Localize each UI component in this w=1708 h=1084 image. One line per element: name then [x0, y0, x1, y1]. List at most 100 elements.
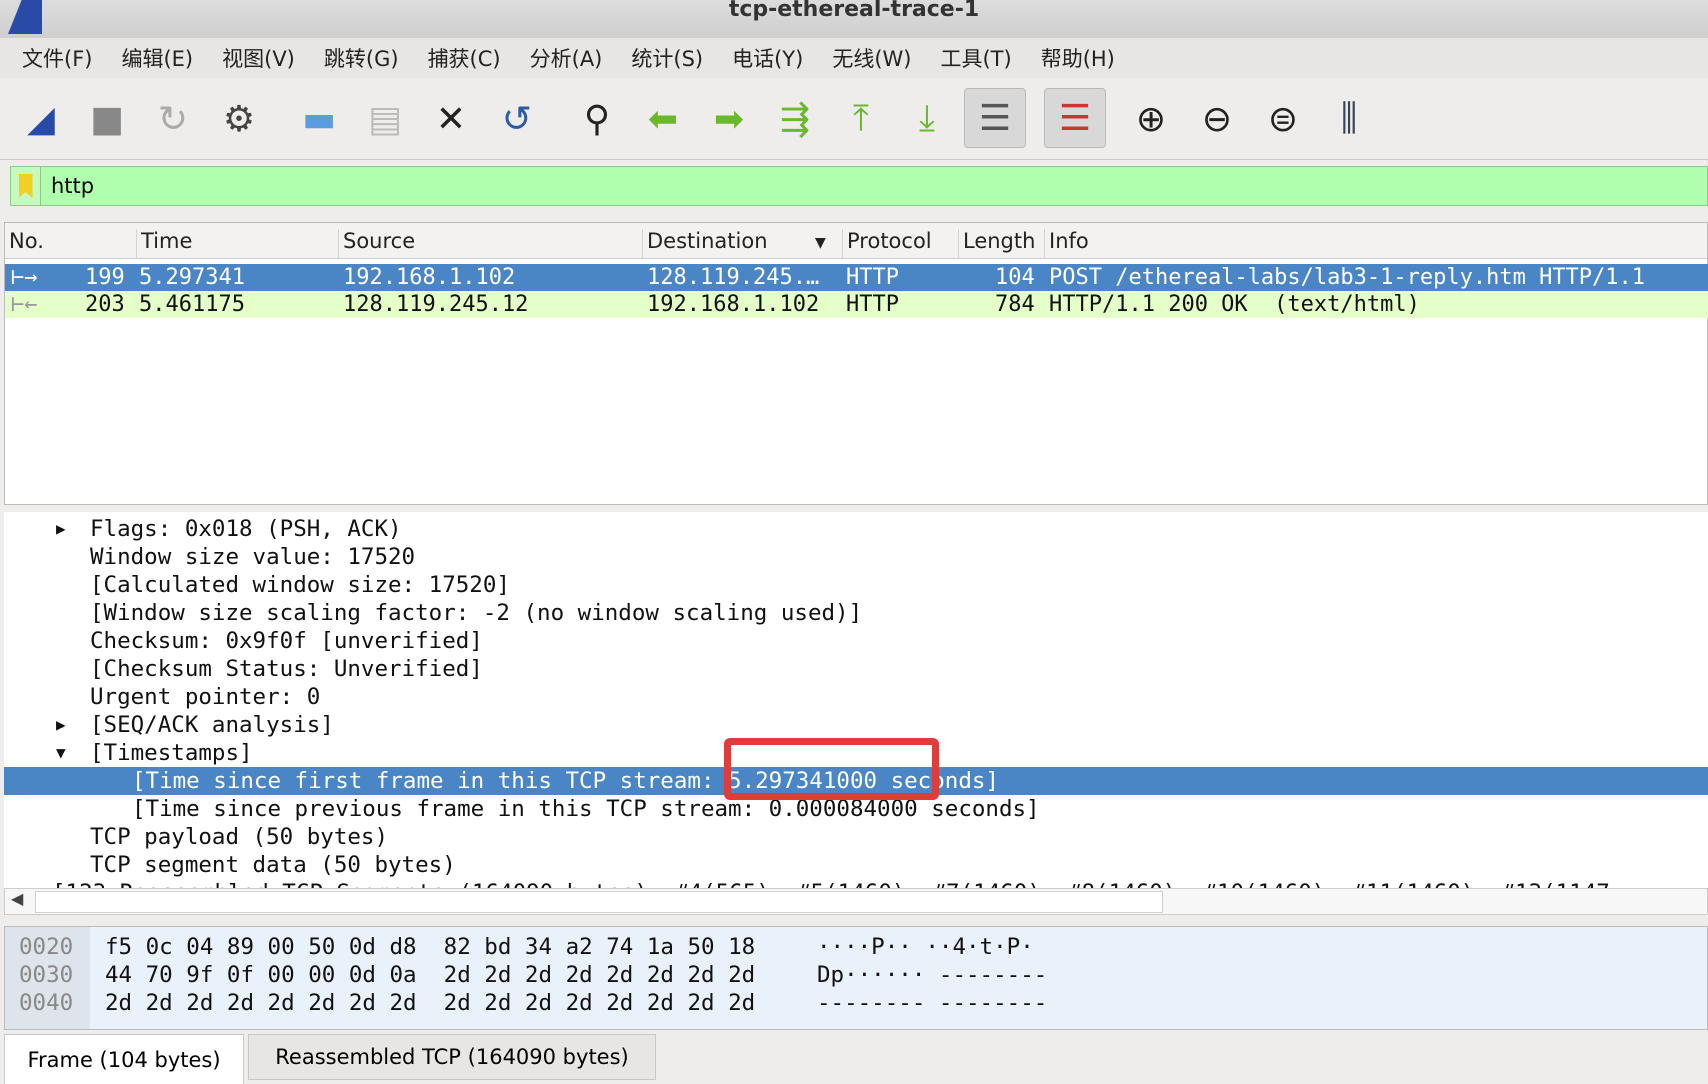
detail-row[interactable]: ▶ [123 Reassembled TCP Segments (164090 b… [4, 879, 1708, 888]
find-packet-icon[interactable]: ⚲ [572, 92, 622, 146]
column-no[interactable]: No. [9, 229, 137, 259]
packet-row[interactable]: ⊢← 203 5.461175 128.119.245.12 192.168.1… [5, 291, 1708, 318]
menu-telephony[interactable]: 电话(Y) [732, 43, 803, 73]
detail-text: Urgent pointer: 0 [90, 684, 321, 710]
cell-no: 199 [85, 265, 125, 290]
detail-text: [SEQ/ACK analysis] [90, 712, 334, 738]
go-forward-icon[interactable]: ➡ [704, 92, 754, 146]
menu-statistics[interactable]: 统计(S) [631, 43, 703, 73]
zoom-in-icon[interactable]: ⊕ [1126, 92, 1176, 146]
cell-protocol: HTTP [846, 265, 899, 290]
sort-desc-icon: ▼ [815, 235, 826, 251]
cell-destination: 192.168.1.102 [647, 292, 820, 317]
start-capture-icon[interactable]: ◢ [16, 92, 66, 146]
zoom-normal-icon[interactable]: ⊜ [1258, 92, 1308, 146]
save-file-icon[interactable]: ▤ [360, 92, 410, 146]
menu-help[interactable]: 帮助(H) [1041, 43, 1115, 73]
go-back-icon[interactable]: ⬅ [638, 92, 688, 146]
go-to-packet-icon[interactable]: ⇶ [770, 92, 820, 146]
hex-offset: 0030 [19, 962, 74, 988]
bytes-tabs: Frame (104 bytes) Reassembled TCP (16409… [4, 1034, 1708, 1084]
detail-row[interactable]: Urgent pointer: 0 [4, 683, 1708, 711]
packet-bytes-pane: 0020 f5 0c 04 89 00 50 0d d8 82 bd 34 a2 … [4, 926, 1708, 1030]
column-destination[interactable]: Destination [643, 229, 843, 259]
column-length[interactable]: Length [959, 229, 1045, 259]
close-file-icon[interactable]: ✕ [426, 92, 476, 146]
hex-ascii: -------- -------- [817, 990, 1048, 1016]
window-title: tcp-ethereal-trace-1 [728, 0, 980, 22]
menu-analyze[interactable]: 分析(A) [530, 43, 603, 73]
colorize-icon[interactable]: ☰ [1044, 88, 1106, 148]
scrollbar-thumb[interactable] [35, 891, 1163, 913]
menu-go[interactable]: 跳转(G) [324, 43, 399, 73]
column-info[interactable]: Info [1045, 229, 1705, 259]
menu-view[interactable]: 视图(V) [222, 43, 295, 73]
column-source[interactable]: Source [339, 229, 643, 259]
capture-options-icon[interactable]: ⚙ [214, 92, 264, 146]
resize-columns-icon[interactable]: ⫼ [1324, 92, 1374, 146]
packet-list-header: No. Time Source Destination ▼ Protocol L… [5, 223, 1707, 259]
cell-length: 784 [995, 292, 1035, 317]
hex-offset: 0020 [19, 934, 74, 960]
detail-text: [Calculated window size: 17520] [90, 572, 510, 598]
open-file-icon[interactable]: ▬ [294, 92, 344, 146]
detail-text: Checksum: 0x9f0f [unverified] [90, 628, 483, 654]
packet-row[interactable]: ⊢→ 199 5.297341 192.168.1.102 128.119.24… [5, 264, 1708, 291]
collapsed-arrow-icon[interactable]: ▶ [56, 711, 66, 739]
first-packet-icon[interactable]: ⤒ [836, 92, 886, 146]
packet-details-tree: ▶ Flags: 0x018 (PSH, ACK) Window size valu… [4, 512, 1708, 888]
column-time[interactable]: Time [137, 229, 339, 259]
detail-row[interactable]: Checksum: 0x9f0f [unverified] [4, 627, 1708, 655]
cell-source: 128.119.245.12 [343, 292, 529, 317]
cell-info: POST /ethereal-labs/lab3-1-reply.htm HTT… [1049, 265, 1646, 290]
scroll-left-icon[interactable]: ◀ [11, 889, 23, 908]
main-toolbar: ◢ ■ ↻ ⚙ ▬ ▤ ✕ ↺ ⚲ ⬅ ➡ ⇶ ⤒ ⤓ ☰ ☰ ⊕ ⊖ ⊜ ⫼ [0, 80, 1708, 160]
menu-file[interactable]: 文件(F) [22, 43, 92, 73]
collapsed-arrow-icon[interactable]: ▶ [18, 879, 28, 888]
menu-capture[interactable]: 捕获(C) [428, 43, 501, 73]
autoscroll-icon[interactable]: ☰ [964, 88, 1026, 148]
detail-text: [Timestamps] [90, 740, 253, 766]
packet-list: No. Time Source Destination ▼ Protocol L… [4, 222, 1708, 505]
hex-bytes: f5 0c 04 89 00 50 0d d8 82 bd 34 a2 74 1… [105, 934, 756, 960]
response-arrow-icon: ⊢← [11, 292, 38, 317]
reload-file-icon[interactable]: ↺ [492, 92, 542, 146]
highlight-annotation-box [724, 738, 939, 800]
collapsed-arrow-icon[interactable]: ▶ [56, 515, 66, 543]
tab-frame[interactable]: Frame (104 bytes) [4, 1034, 244, 1084]
detail-row[interactable]: Window size value: 17520 [4, 543, 1708, 571]
detail-row[interactable]: [Checksum Status: Unverified] [4, 655, 1708, 683]
cell-no: 203 [85, 292, 125, 317]
stop-capture-icon[interactable]: ■ [82, 92, 132, 146]
column-protocol[interactable]: Protocol [843, 229, 959, 259]
display-filter-input[interactable] [51, 174, 1651, 198]
expanded-arrow-icon[interactable]: ▼ [56, 739, 66, 767]
cell-source: 192.168.1.102 [343, 265, 516, 290]
detail-text: TCP payload (50 bytes) [90, 824, 389, 850]
hex-ascii: Dp······ -------- [817, 962, 1048, 988]
detail-row[interactable]: TCP segment data (50 bytes) [4, 851, 1708, 879]
cell-destination: 128.119.245.… [647, 265, 820, 290]
detail-text: [Window size scaling factor: -2 (no wind… [90, 600, 863, 626]
cell-info: HTTP/1.1 200 OK (text/html) [1049, 292, 1420, 317]
hex-bytes: 2d 2d 2d 2d 2d 2d 2d 2d 2d 2d 2d 2d 2d 2… [105, 990, 756, 1016]
detail-row[interactable]: ▶ Flags: 0x018 (PSH, ACK) [4, 515, 1708, 543]
last-packet-icon[interactable]: ⤓ [902, 92, 952, 146]
hex-bytes: 44 70 9f 0f 00 00 0d 0a 2d 2d 2d 2d 2d 2… [105, 962, 756, 988]
detail-row[interactable]: [Window size scaling factor: -2 (no wind… [4, 599, 1708, 627]
detail-row[interactable]: TCP payload (50 bytes) [4, 823, 1708, 851]
bookmark-icon[interactable] [11, 167, 41, 205]
restart-capture-icon[interactable]: ↻ [148, 92, 198, 146]
menu-edit[interactable]: 编辑(E) [121, 43, 193, 73]
tab-reassembled-tcp[interactable]: Reassembled TCP (164090 bytes) [248, 1034, 656, 1080]
cell-length: 104 [995, 265, 1035, 290]
detail-row[interactable]: ▶ [SEQ/ACK analysis] [4, 711, 1708, 739]
details-horizontal-scrollbar[interactable]: ◀ [4, 888, 1708, 915]
detail-text: Window size value: 17520 [90, 544, 416, 570]
detail-text: [Checksum Status: Unverified] [90, 656, 483, 682]
menu-tools[interactable]: 工具(T) [940, 43, 1011, 73]
menu-wireless[interactable]: 无线(W) [832, 43, 911, 73]
detail-row[interactable]: [Calculated window size: 17520] [4, 571, 1708, 599]
detail-text: Flags: 0x018 (PSH, ACK) [90, 516, 402, 542]
zoom-out-icon[interactable]: ⊖ [1192, 92, 1242, 146]
